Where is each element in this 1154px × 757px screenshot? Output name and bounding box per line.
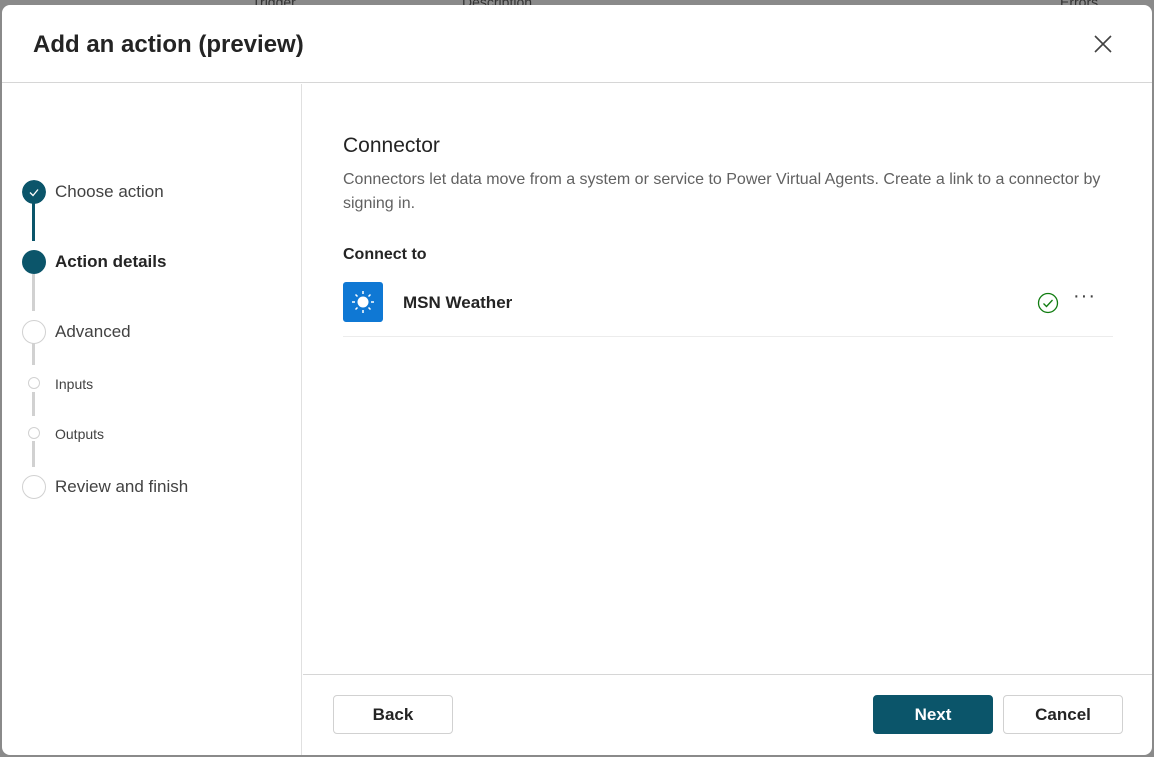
sun-icon: [343, 282, 383, 322]
stepper: Choose action Action details Advanced In…: [2, 84, 302, 755]
current-step-icon: [22, 250, 46, 274]
pending-step-icon: [22, 475, 46, 499]
step-connector-line: [32, 203, 35, 241]
step-connector-line: [32, 343, 35, 365]
connector-name: MSN Weather: [403, 293, 513, 312]
step-label: Choose action: [55, 182, 164, 201]
close-icon[interactable]: [1090, 31, 1116, 57]
substep-icon: [28, 377, 40, 389]
more-options-button[interactable]: ···: [1073, 285, 1096, 308]
step-connector-line: [32, 274, 35, 311]
connector-row[interactable]: MSN Weather ···: [343, 281, 1113, 337]
add-action-dialog: Add an action (preview) Choose action Ac…: [2, 5, 1152, 755]
connect-to-label: Connect to: [343, 246, 427, 263]
dialog-title: Add an action (preview): [33, 31, 304, 58]
substep-icon: [28, 427, 40, 439]
step-connector-line: [32, 392, 35, 416]
step-label: Review and finish: [55, 477, 189, 496]
step-label: Advanced: [55, 322, 131, 341]
back-button[interactable]: Back: [333, 695, 453, 734]
dialog-header: Add an action (preview): [2, 5, 1152, 83]
dialog-footer: Back Next Cancel: [303, 674, 1152, 755]
next-button[interactable]: Next: [873, 695, 993, 734]
connected-check-icon: [1037, 292, 1059, 314]
section-description: Connectors let data move from a system o…: [343, 171, 1101, 212]
pending-step-icon: [22, 320, 46, 344]
step-label: Outputs: [55, 426, 105, 442]
check-circle-icon: [22, 180, 46, 204]
main-content: Connector Connectors let data move from …: [303, 84, 1152, 675]
cancel-button[interactable]: Cancel: [1003, 695, 1123, 734]
step-connector-line: [32, 441, 35, 467]
step-label: Inputs: [55, 376, 94, 392]
step-label: Action details: [55, 252, 167, 271]
section-heading: Connector: [343, 134, 440, 157]
